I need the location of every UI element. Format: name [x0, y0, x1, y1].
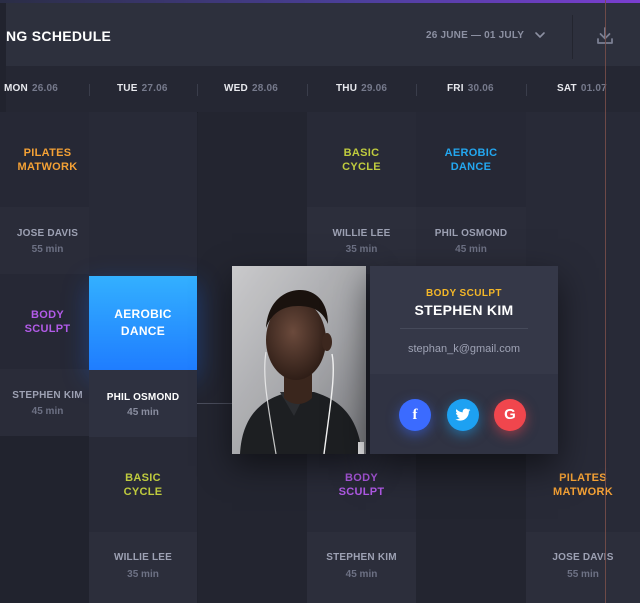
- class-cell-basic-cycle[interactable]: BASIC CYCLE: [89, 437, 197, 532]
- class-title: BASIC CYCLE: [342, 147, 381, 173]
- trainer-cell[interactable]: WILLIE LEE 35 min: [89, 532, 197, 603]
- trainer-name: JOSE DAVIS: [16, 228, 79, 239]
- class-duration: 35 min: [127, 569, 159, 580]
- trainer-name: WILLIE LEE: [332, 228, 391, 239]
- class-title: AEROBIC DANCE: [444, 147, 498, 173]
- trainer-cell[interactable]: WILLIE LEE 35 min: [307, 207, 416, 274]
- twitter-button[interactable]: [447, 399, 479, 431]
- day-header-sat[interactable]: SAT 01.07: [557, 83, 607, 94]
- trainer-cell[interactable]: STEPHEN KIM 45 min: [307, 532, 416, 603]
- day-name: SAT: [557, 83, 577, 94]
- day-header-thu[interactable]: THU 29.06: [336, 83, 387, 94]
- day-name: WED: [224, 83, 248, 94]
- divider: [400, 328, 528, 329]
- column-mon: PILATES MATWORK JOSE DAVIS 55 min BODY SCU…: [0, 112, 95, 603]
- day-name: TUE: [117, 83, 138, 94]
- class-duration: 45 min: [127, 407, 159, 418]
- day-header-fri[interactable]: FRI 30.06: [447, 83, 494, 94]
- day-separator: [307, 84, 308, 96]
- day-date: 28.06: [251, 83, 278, 94]
- day-date: 01.07: [580, 83, 607, 94]
- class-cell-basic-cycle[interactable]: BASIC CYCLE: [307, 112, 416, 207]
- header-divider: [572, 15, 573, 59]
- date-range-selector[interactable]: 26 JUNE — 01 JULY: [426, 30, 524, 41]
- trainer-photo: [232, 266, 366, 454]
- day-separator: [526, 84, 527, 96]
- day-name: MON: [4, 83, 28, 94]
- trainer-cell[interactable]: JOSE DAVIS 55 min: [526, 532, 640, 603]
- trainer-name: PHIL OSMOND: [434, 228, 508, 239]
- class-cell-body-sculpt[interactable]: BODY SCULPT: [0, 274, 95, 369]
- card-class-name: BODY SCULPT: [426, 288, 502, 299]
- day-separator: [416, 84, 417, 96]
- day-header-row: MON 26.06 TUE 27.06 WED 28.06 THU 29.06 FRI 3…: [4, 66, 640, 113]
- trainer-cell[interactable]: PHIL OSMOND 45 min: [416, 207, 526, 274]
- class-duration: 45 min: [31, 406, 64, 417]
- google-button[interactable]: G: [494, 399, 526, 431]
- trainer-email[interactable]: stephan_k@gmail.com: [370, 343, 558, 355]
- class-duration: 35 min: [345, 244, 378, 255]
- trainer-name: WILLIE LEE: [113, 552, 173, 563]
- class-title: PILATES MATWORK: [553, 472, 613, 498]
- class-title: AEROBIC DANCE: [114, 307, 172, 338]
- selected-trainer-cell[interactable]: PHIL OSMOND 45 min: [89, 370, 197, 437]
- trainer-name: PHIL OSMOND: [106, 392, 180, 403]
- day-separator: [89, 84, 90, 96]
- trainer-cell[interactable]: STEPHEN KIM 45 min: [0, 369, 95, 436]
- selected-class-cell[interactable]: AEROBIC DANCE: [89, 276, 197, 370]
- trainer-profile-card: BODY SCULPT STEPHEN KIM stephan_k@gmail.…: [370, 266, 558, 454]
- class-duration: 45 min: [455, 244, 487, 255]
- day-date: 26.06: [31, 83, 58, 94]
- day-header-mon[interactable]: MON 26.06: [4, 83, 58, 94]
- class-duration: 45 min: [345, 569, 378, 580]
- day-name: FRI: [447, 83, 464, 94]
- day-separator: [197, 84, 198, 96]
- day-header-tue[interactable]: TUE 27.06: [117, 83, 168, 94]
- header-bar: NG SCHEDULE 26 JUNE — 01 JULY: [6, 3, 640, 66]
- trainer-name: STEPHEN KIM: [12, 390, 83, 401]
- day-date: 27.06: [141, 83, 168, 94]
- day-date: 29.06: [361, 83, 388, 94]
- day-date: 30.06: [467, 83, 494, 94]
- class-cell-aerobic-dance[interactable]: AEROBIC DANCE: [416, 112, 526, 207]
- trainer-name: STEPHEN KIM: [414, 302, 514, 318]
- twitter-icon: [455, 408, 471, 421]
- trainer-cell[interactable]: JOSE DAVIS 55 min: [0, 207, 95, 274]
- class-title: BODY SCULPT: [24, 309, 71, 335]
- facebook-button[interactable]: f: [399, 399, 431, 431]
- chevron-down-icon[interactable]: [532, 28, 548, 42]
- trainer-name: STEPHEN KIM: [326, 552, 397, 563]
- class-title: BASIC CYCLE: [123, 472, 163, 498]
- trainer-name: JOSE DAVIS: [552, 552, 614, 563]
- class-duration: 55 min: [567, 569, 599, 580]
- day-header-wed[interactable]: WED 28.06: [224, 83, 278, 94]
- class-duration: 55 min: [31, 244, 64, 255]
- class-title: PILATES MATWORK: [17, 147, 78, 173]
- class-title: BODY SCULPT: [338, 472, 385, 498]
- facebook-icon: f: [412, 407, 418, 423]
- popover-connector: [197, 403, 232, 404]
- day-name: THU: [336, 83, 358, 94]
- class-cell-pilates[interactable]: PILATES MATWORK: [0, 112, 95, 207]
- card-header: BODY SCULPT STEPHEN KIM stephan_k@gmail.…: [370, 266, 558, 374]
- page-title: NG SCHEDULE: [6, 28, 112, 44]
- current-time-indicator: [605, 0, 606, 603]
- google-icon: G: [504, 406, 516, 423]
